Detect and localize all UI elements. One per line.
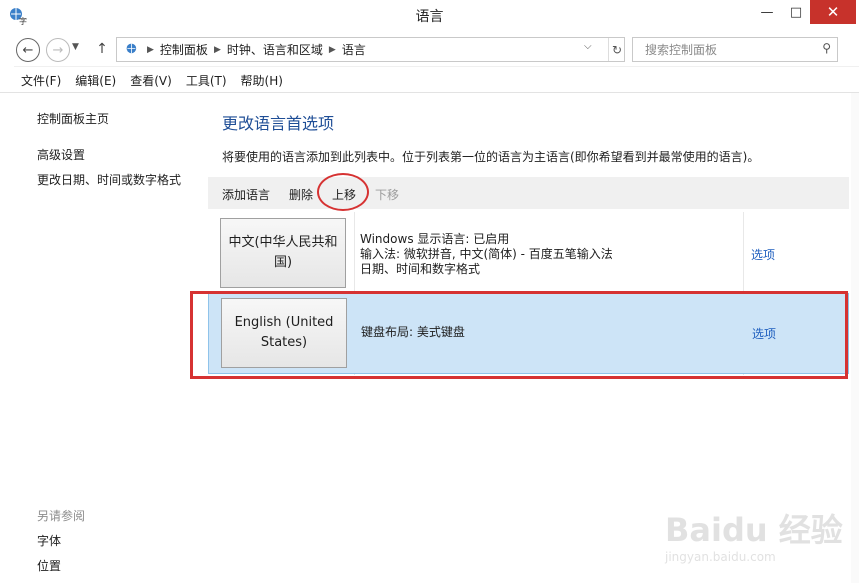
close-button[interactable]: ✕: [810, 0, 856, 24]
see-also-heading: 另请参阅: [37, 509, 86, 523]
menu-tools[interactable]: 工具(T): [179, 72, 234, 89]
page-description: 将要使用的语言添加到此列表中。位于列表第一位的语言为主语言(即你希望看到并最常使…: [222, 150, 760, 164]
address-dropdown-icon[interactable]: ⌵: [584, 41, 592, 52]
breadcrumb: ▶ 控制面板 ▶ 时钟、语言和区域 ▶ 语言: [125, 41, 366, 58]
up-arrow-icon: ↑: [96, 41, 108, 57]
left-link-advanced-settings[interactable]: 高级设置: [37, 146, 85, 163]
title-bar: 字 语言 — □ ✕: [0, 0, 859, 32]
menu-view[interactable]: 查看(V): [123, 72, 179, 89]
breadcrumb-separator-icon[interactable]: ▶: [147, 45, 154, 55]
page-title: 更改语言首选项: [222, 114, 335, 133]
add-language-button[interactable]: 添加语言: [222, 186, 270, 203]
up-button[interactable]: ↑: [92, 38, 112, 60]
options-link-chinese[interactable]: 选项: [751, 246, 775, 263]
watermark-brand: Baidu 经验: [665, 511, 843, 549]
selected-row-annotation-box: [190, 291, 848, 379]
move-down-button: 下移: [375, 188, 400, 202]
control-panel-icon: [126, 43, 137, 53]
forward-arrow-icon: →: [52, 42, 64, 58]
language-toolbar: 添加语言 删除 上移 下移: [208, 177, 849, 209]
search-icon[interactable]: ⚲: [822, 41, 831, 55]
minimize-icon: —: [760, 4, 774, 20]
minimize-button[interactable]: —: [752, 0, 782, 24]
left-link-date-format[interactable]: 更改日期、时间或数字格式: [37, 171, 181, 188]
breadcrumb-language[interactable]: 语言: [342, 41, 366, 58]
remove-button[interactable]: 删除: [289, 186, 313, 203]
menu-bar: 文件(F) 编辑(E) 查看(V) 工具(T) 帮助(H): [14, 66, 859, 93]
language-info-line: Windows 显示语言: 已启用: [360, 232, 510, 246]
breadcrumb-separator-icon[interactable]: ▶: [329, 45, 336, 55]
maximize-icon: □: [789, 4, 803, 20]
breadcrumb-clock-region[interactable]: 时钟、语言和区域: [227, 41, 323, 58]
history-dropdown-icon[interactable]: ▼: [72, 42, 79, 52]
left-link-location[interactable]: 位置: [37, 557, 61, 574]
move-up-annotation-circle: [317, 173, 369, 211]
language-info: Windows 显示语言: 已启用 输入法: 微软拼音, 中文(简体) - 百度…: [360, 232, 613, 277]
address-bar[interactable]: ▶ 控制面板 ▶ 时钟、语言和区域 ▶ 语言 ⌵ ↻: [116, 37, 625, 62]
left-link-control-panel-home[interactable]: 控制面板主页: [37, 110, 109, 127]
refresh-button[interactable]: ↻: [608, 38, 625, 61]
menu-edit[interactable]: 编辑(E): [68, 72, 123, 89]
watermark-site: jingyan.baidu.com: [665, 550, 776, 564]
language-info-line: 日期、时间和数字格式: [360, 262, 481, 276]
refresh-icon: ↻: [611, 42, 623, 57]
maximize-button[interactable]: □: [782, 0, 810, 24]
search-box[interactable]: ⚲: [632, 37, 838, 62]
back-button[interactable]: ←: [16, 38, 40, 62]
breadcrumb-separator-icon[interactable]: ▶: [214, 45, 221, 55]
window-title: 语言: [415, 9, 444, 25]
left-link-fonts[interactable]: 字体: [37, 532, 61, 549]
baidu-watermark: Baidu 经验 jingyan.baidu.com: [655, 480, 855, 580]
forward-button[interactable]: →: [46, 38, 70, 62]
back-arrow-icon: ←: [22, 42, 34, 58]
menu-help[interactable]: 帮助(H): [234, 72, 290, 89]
navigation-bar: ← → ▼ ↑ ▶ 控制面板 ▶ 时钟、语言和区域 ▶ 语言 ⌵ ↻ ⚲: [0, 32, 859, 66]
menu-file[interactable]: 文件(F): [14, 72, 68, 89]
language-row-chinese[interactable]: 中文(中华人民共和国) Windows 显示语言: 已启用 输入法: 微软拼音,…: [208, 212, 849, 292]
language-button-chinese[interactable]: 中文(中华人民共和国): [220, 218, 346, 288]
menu-divider: [0, 92, 859, 93]
language-info-line: 输入法: 微软拼音, 中文(简体) - 百度五笔输入法: [360, 247, 613, 261]
close-icon: ✕: [826, 3, 840, 21]
breadcrumb-control-panel[interactable]: 控制面板: [160, 41, 208, 58]
search-input[interactable]: [633, 38, 822, 61]
